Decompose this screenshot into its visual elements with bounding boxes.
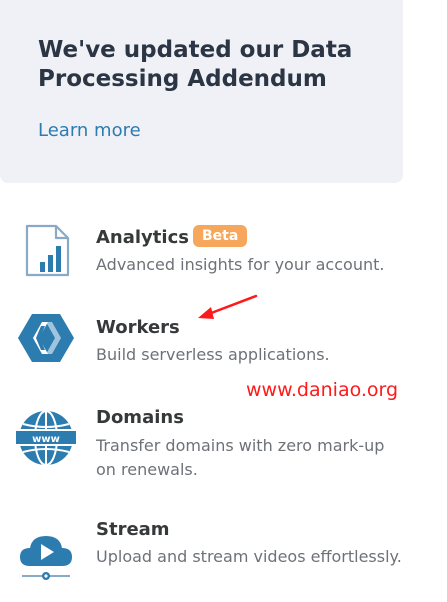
www-label: www: [32, 434, 60, 445]
product-title: Stream: [96, 519, 170, 540]
product-description: Transfer domains with zero mark-up on re…: [96, 436, 385, 479]
product-description: Advanced insights for your account.: [96, 255, 385, 274]
analytics-icon: [25, 224, 70, 277]
watermark-text: www.daniao.org: [246, 379, 399, 401]
product-title: Workers: [96, 317, 180, 338]
dpa-banner: We've updated our Data Processing Addend…: [0, 0, 403, 183]
product-title: Analytics: [96, 227, 189, 248]
beta-badge: Beta: [193, 225, 248, 247]
red-arrow-annotation: [198, 294, 258, 319]
domains-globe-icon: www: [16, 410, 76, 466]
product-item-stream[interactable]: Stream Upload and stream videos effortle…: [0, 516, 447, 592]
product-title: Domains: [96, 407, 184, 428]
learn-more-link[interactable]: Learn more: [38, 119, 141, 143]
product-description: Build serverless applications.: [96, 345, 330, 364]
stream-cloud-icon: [20, 536, 72, 580]
product-description: Upload and stream videos effortlessly.: [96, 547, 402, 566]
product-item-domains[interactable]: www Domains Transfer domains with zero m…: [0, 404, 447, 480]
banner-title: We've updated our Data Processing Addend…: [38, 37, 353, 92]
workers-icon: [18, 314, 74, 362]
